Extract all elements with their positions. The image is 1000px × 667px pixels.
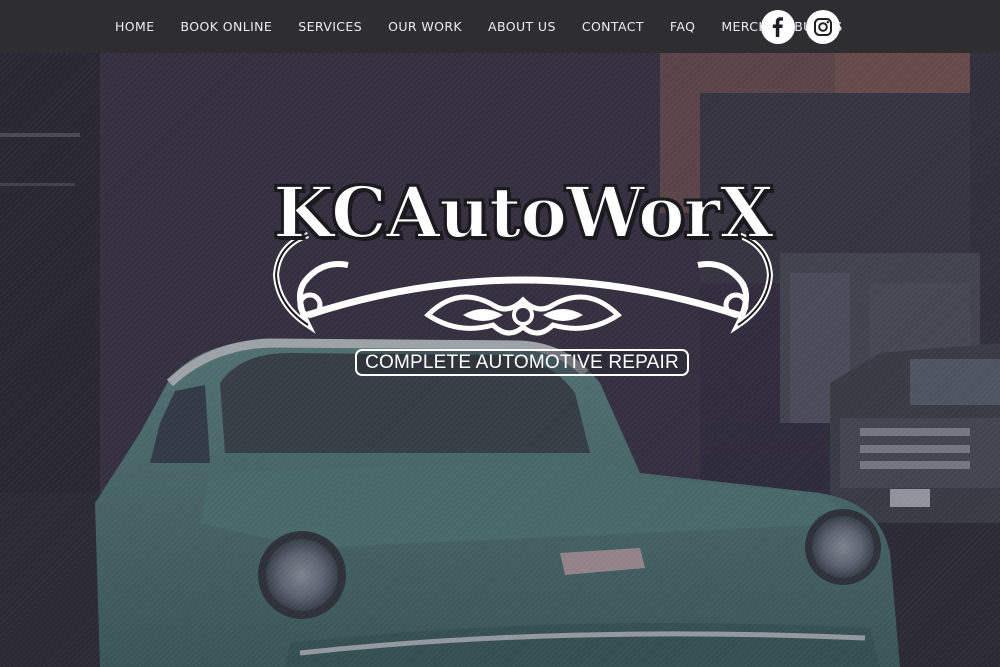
facebook-icon	[772, 17, 783, 37]
instagram-icon	[814, 18, 832, 36]
nav-item-faq[interactable]: FAQ	[657, 0, 708, 53]
nav-item-book-online[interactable]: BOOK ONLINE	[168, 0, 286, 53]
nav-item-home[interactable]: HOME	[102, 0, 168, 53]
nav-item-services[interactable]: SERVICES	[285, 0, 375, 53]
facebook-link[interactable]	[761, 10, 795, 44]
top-navbar: HOME BOOK ONLINE SERVICES OUR WORK ABOUT…	[0, 0, 1000, 53]
logo-title: KCAutoWorX	[272, 170, 775, 255]
kc-autoworx-logo: KCAutoWorX COMPLETE AUTOMOTIVE REPAIR	[268, 165, 778, 385]
nav-item-about-us[interactable]: ABOUT US	[475, 0, 569, 53]
nav-menu: HOME BOOK ONLINE SERVICES OUR WORK ABOUT…	[102, 0, 856, 53]
instagram-link[interactable]	[806, 10, 840, 44]
nav-item-our-work[interactable]: OUR WORK	[375, 0, 475, 53]
logo-tagline: COMPLETE AUTOMOTIVE REPAIR	[355, 349, 689, 376]
nav-item-contact[interactable]: CONTACT	[569, 0, 657, 53]
hero-banner: KCAutoWorX COMPLETE AUTOMOTIVE REPAIR	[0, 53, 1000, 667]
